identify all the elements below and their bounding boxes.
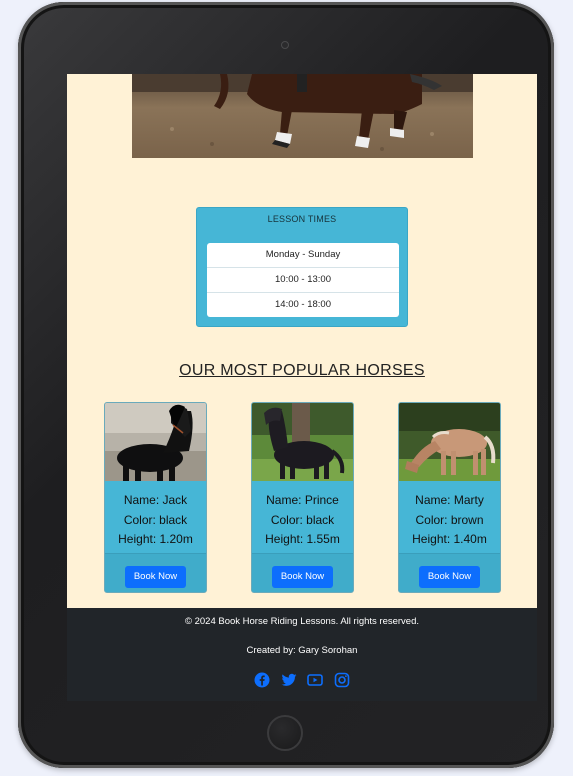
horse-name: Name: Marty — [415, 493, 484, 507]
horse-name: Name: Prince — [266, 493, 339, 507]
horse-info-marty: Name: Marty Color: brown Height: 1.40m — [399, 491, 500, 550]
lesson-times-morning: 10:00 - 13:00 — [207, 268, 399, 293]
book-now-button-prince[interactable]: Book Now — [272, 566, 333, 588]
lesson-times-list: Monday - Sunday 10:00 - 13:00 14:00 - 18… — [207, 243, 399, 317]
created-by-text: Created by: Gary Sorohan — [246, 645, 358, 656]
book-now-button-jack[interactable]: Book Now — [125, 566, 186, 588]
horse-info-jack: Name: Jack Color: black Height: 1.20m — [105, 491, 206, 550]
horse-card-jack: Name: Jack Color: black Height: 1.20m Bo… — [104, 402, 207, 593]
camera-icon — [281, 41, 289, 49]
lesson-times-card: LESSON TIMES Monday - Sunday 10:00 - 13:… — [196, 207, 408, 327]
popular-horses-heading: OUR MOST POPULAR HORSES — [179, 362, 425, 379]
hero-image — [132, 74, 473, 158]
horse-card-footer: Book Now — [105, 553, 206, 592]
horse-height: Height: 1.20m — [118, 532, 193, 546]
lesson-times-title: LESSON TIMES — [267, 214, 337, 224]
horse-photo-marty — [399, 403, 500, 481]
horse-card-prince: Name: Prince Color: black Height: 1.55m … — [251, 402, 354, 593]
book-now-button-marty[interactable]: Book Now — [419, 566, 480, 588]
facebook-icon[interactable] — [254, 672, 270, 688]
horse-color: Color: brown — [415, 512, 484, 527]
site-footer: © 2024 Book Horse Riding Lessons. All ri… — [67, 608, 537, 701]
horse-color: Color: black — [270, 512, 335, 527]
horse-color: Color: black — [123, 512, 188, 527]
horse-photo-jack — [105, 403, 206, 481]
instagram-icon[interactable] — [334, 672, 350, 688]
social-links — [67, 671, 537, 689]
horse-photo-prince — [252, 403, 353, 481]
horse-card-footer: Book Now — [252, 553, 353, 592]
youtube-icon[interactable] — [307, 672, 324, 688]
twitter-icon[interactable] — [281, 672, 297, 688]
lesson-times-days: Monday - Sunday — [207, 243, 399, 268]
horse-card-footer: Book Now — [399, 553, 500, 592]
home-button[interactable] — [267, 715, 303, 751]
horse-height: Height: 1.40m — [412, 532, 487, 546]
horse-name: Name: Jack — [123, 493, 188, 507]
horse-card-marty: Name: Marty Color: brown Height: 1.40m B… — [398, 402, 501, 593]
copyright-text: © 2024 Book Horse Riding Lessons. All ri… — [184, 616, 420, 627]
lesson-times-afternoon: 14:00 - 18:00 — [275, 299, 331, 310]
tablet-frame: LESSON TIMES Monday - Sunday 10:00 - 13:… — [18, 2, 554, 768]
horse-info-prince: Name: Prince Color: black Height: 1.55m — [252, 491, 353, 550]
screen: LESSON TIMES Monday - Sunday 10:00 - 13:… — [67, 74, 537, 701]
horse-height: Height: 1.55m — [265, 532, 340, 546]
